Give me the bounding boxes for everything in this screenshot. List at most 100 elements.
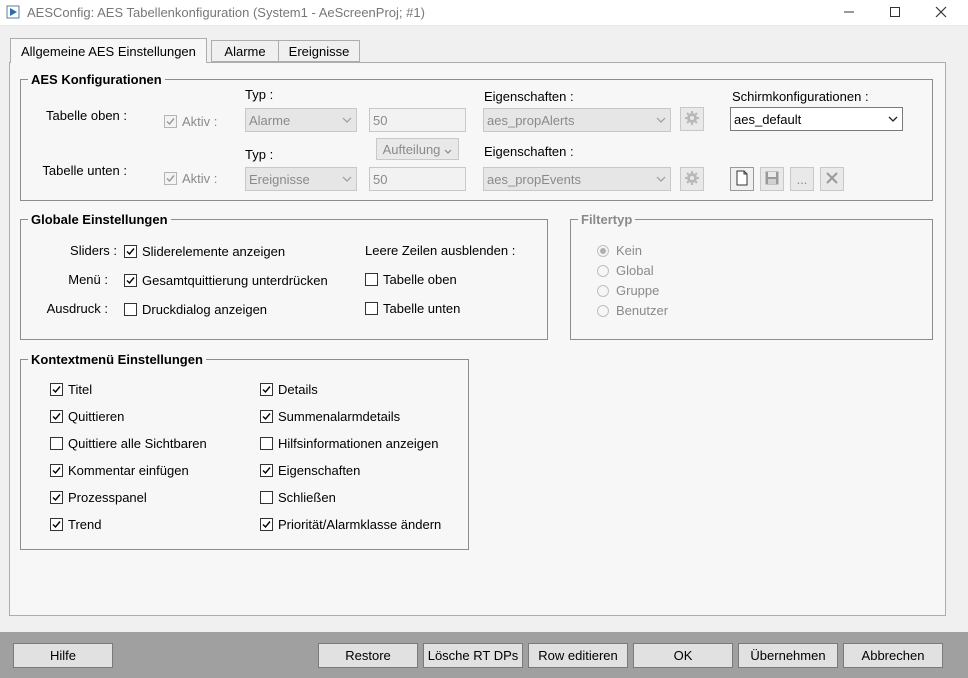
ctx-acknowledge-checkbox[interactable] <box>50 410 63 423</box>
split-button[interactable]: Aufteilung <box>376 138 459 160</box>
new-config-button[interactable] <box>730 167 754 191</box>
filter-type-title: Filtertyp <box>578 212 636 227</box>
screen-config-select[interactable]: aes_default <box>730 107 903 131</box>
ctx-sum-alarm-checkbox[interactable] <box>260 410 273 423</box>
new-file-icon <box>735 170 749 189</box>
menu-checkbox[interactable] <box>124 274 137 287</box>
button-label: Lösche RT DPs <box>427 648 519 663</box>
table-bottom-label: Tabelle unten : <box>42 163 127 178</box>
ctx-title-label: Titel <box>68 382 93 397</box>
close-button[interactable] <box>918 0 964 26</box>
more-button-label: ... <box>796 171 808 187</box>
ctx-properties-checkbox[interactable] <box>260 464 273 477</box>
ctx-priority-label: Priorität/Alarmklasse ändern <box>278 517 442 532</box>
apply-button[interactable]: Übernehmen <box>738 643 838 668</box>
ctx-acknowledge-visible-label: Quittiere alle Sichtbaren <box>68 436 207 451</box>
filter-group-label: Gruppe <box>616 283 660 298</box>
context-menu-title: Kontextmenü Einstellungen <box>28 352 206 367</box>
ctx-priority-checkbox[interactable] <box>260 518 273 531</box>
ctx-process-panel-checkbox[interactable] <box>50 491 63 504</box>
maximize-icon <box>889 6 901 21</box>
table-top-props-settings-button[interactable] <box>680 107 704 131</box>
ctx-trend-label: Trend <box>68 517 102 532</box>
hide-empty-top-checkbox[interactable] <box>365 273 378 286</box>
gear-icon <box>684 110 700 129</box>
ctx-acknowledge-label: Quittieren <box>68 409 125 424</box>
chevron-down-icon <box>338 117 356 123</box>
table-top-active-checkbox[interactable] <box>164 115 177 128</box>
table-bottom-props-select[interactable]: aes_propEvents <box>483 167 671 191</box>
filter-group-radio[interactable] <box>597 285 609 297</box>
ctx-details-label: Details <box>278 382 318 397</box>
chevron-down-icon <box>884 116 902 122</box>
minimize-icon <box>843 6 855 21</box>
screen-config-label: Schirmkonfigurationen : <box>732 89 869 104</box>
filter-global-label: Global <box>616 263 654 278</box>
chevron-down-icon <box>338 176 356 182</box>
delete-config-button[interactable] <box>820 167 844 191</box>
help-button[interactable]: Hilfe <box>13 643 113 668</box>
ctx-sum-alarm-label: Summenalarmdetails <box>278 409 401 424</box>
table-top-label: Tabelle oben : <box>46 108 127 123</box>
input-value: 50 <box>373 112 388 128</box>
play-icon <box>6 5 20 19</box>
minimize-button[interactable] <box>826 0 872 26</box>
ctx-help-info-label: Hilfsinformationen anzeigen <box>278 436 439 451</box>
select-value: aes_default <box>734 111 802 127</box>
select-value: aes_propEvents <box>487 171 581 187</box>
filter-none-radio[interactable] <box>597 245 609 257</box>
ctx-details-checkbox[interactable] <box>260 383 273 396</box>
delete-rt-dps-button[interactable]: Lösche RT DPs <box>423 643 523 668</box>
button-label: Row editieren <box>538 648 618 663</box>
select-value: Alarme <box>249 112 291 128</box>
restore-button[interactable]: Restore <box>318 643 418 668</box>
table-bottom-props-settings-button[interactable] <box>680 167 704 191</box>
sliders-checkbox-label: Sliderelemente anzeigen <box>142 244 286 259</box>
hide-empty-bottom-checkbox[interactable] <box>365 302 378 315</box>
button-label: OK <box>673 648 693 663</box>
filter-global-radio[interactable] <box>597 265 609 277</box>
ctx-close-label: Schließen <box>278 490 336 505</box>
ctx-trend-checkbox[interactable] <box>50 518 63 531</box>
cancel-button[interactable]: Abbrechen <box>843 643 943 668</box>
tab-events[interactable]: Ereignisse <box>278 40 360 62</box>
sliders-checkbox[interactable] <box>124 245 137 258</box>
input-value: 50 <box>373 171 388 187</box>
tab-general-settings[interactable]: Allgemeine AES Einstellungen <box>10 38 207 63</box>
aes-config-title: AES Konfigurationen <box>28 72 165 87</box>
table-bottom-type-select[interactable]: Ereignisse <box>245 167 357 191</box>
close-icon <box>935 6 947 21</box>
table-top-props-label: Eigenschaften : <box>484 89 574 104</box>
ctx-help-info-checkbox[interactable] <box>260 437 273 450</box>
delete-icon <box>826 171 838 187</box>
table-top-count-input[interactable]: 50 <box>369 108 466 132</box>
filter-user-label: Benutzer <box>616 303 669 318</box>
table-top-type-select[interactable]: Alarme <box>245 108 357 132</box>
ctx-process-panel-label: Prozesspanel <box>68 490 147 505</box>
tab-alarms[interactable]: Alarme <box>211 40 279 62</box>
select-value: Ereignisse <box>249 171 310 187</box>
hide-empty-top-label: Tabelle oben <box>383 272 457 287</box>
print-checkbox[interactable] <box>124 303 137 316</box>
chevron-down-icon <box>652 117 670 123</box>
table-top-active-label: Aktiv : <box>182 114 218 129</box>
empty-rows-label: Leere Zeilen ausblenden : <box>365 243 516 258</box>
ctx-acknowledge-visible-checkbox[interactable] <box>50 437 63 450</box>
ctx-comment-checkbox[interactable] <box>50 464 63 477</box>
ctx-title-checkbox[interactable] <box>50 383 63 396</box>
table-top-props-select[interactable]: aes_propAlerts <box>483 108 671 132</box>
save-config-button[interactable] <box>760 167 784 191</box>
maximize-button[interactable] <box>872 0 918 26</box>
chevron-down-icon <box>444 142 452 157</box>
menu-checkbox-label: Gesamtquittierung unterdrücken <box>142 273 328 288</box>
ok-button[interactable]: OK <box>633 643 733 668</box>
row-edit-button[interactable]: Row editieren <box>528 643 628 668</box>
table-bottom-count-input[interactable]: 50 <box>369 167 466 191</box>
button-label: Restore <box>345 648 391 663</box>
table-bottom-active-checkbox[interactable] <box>164 172 177 185</box>
more-options-button[interactable]: ... <box>790 167 814 191</box>
filter-type-group <box>570 219 933 340</box>
split-button-label: Aufteilung <box>382 141 441 157</box>
ctx-close-checkbox[interactable] <box>260 491 273 504</box>
filter-user-radio[interactable] <box>597 305 609 317</box>
